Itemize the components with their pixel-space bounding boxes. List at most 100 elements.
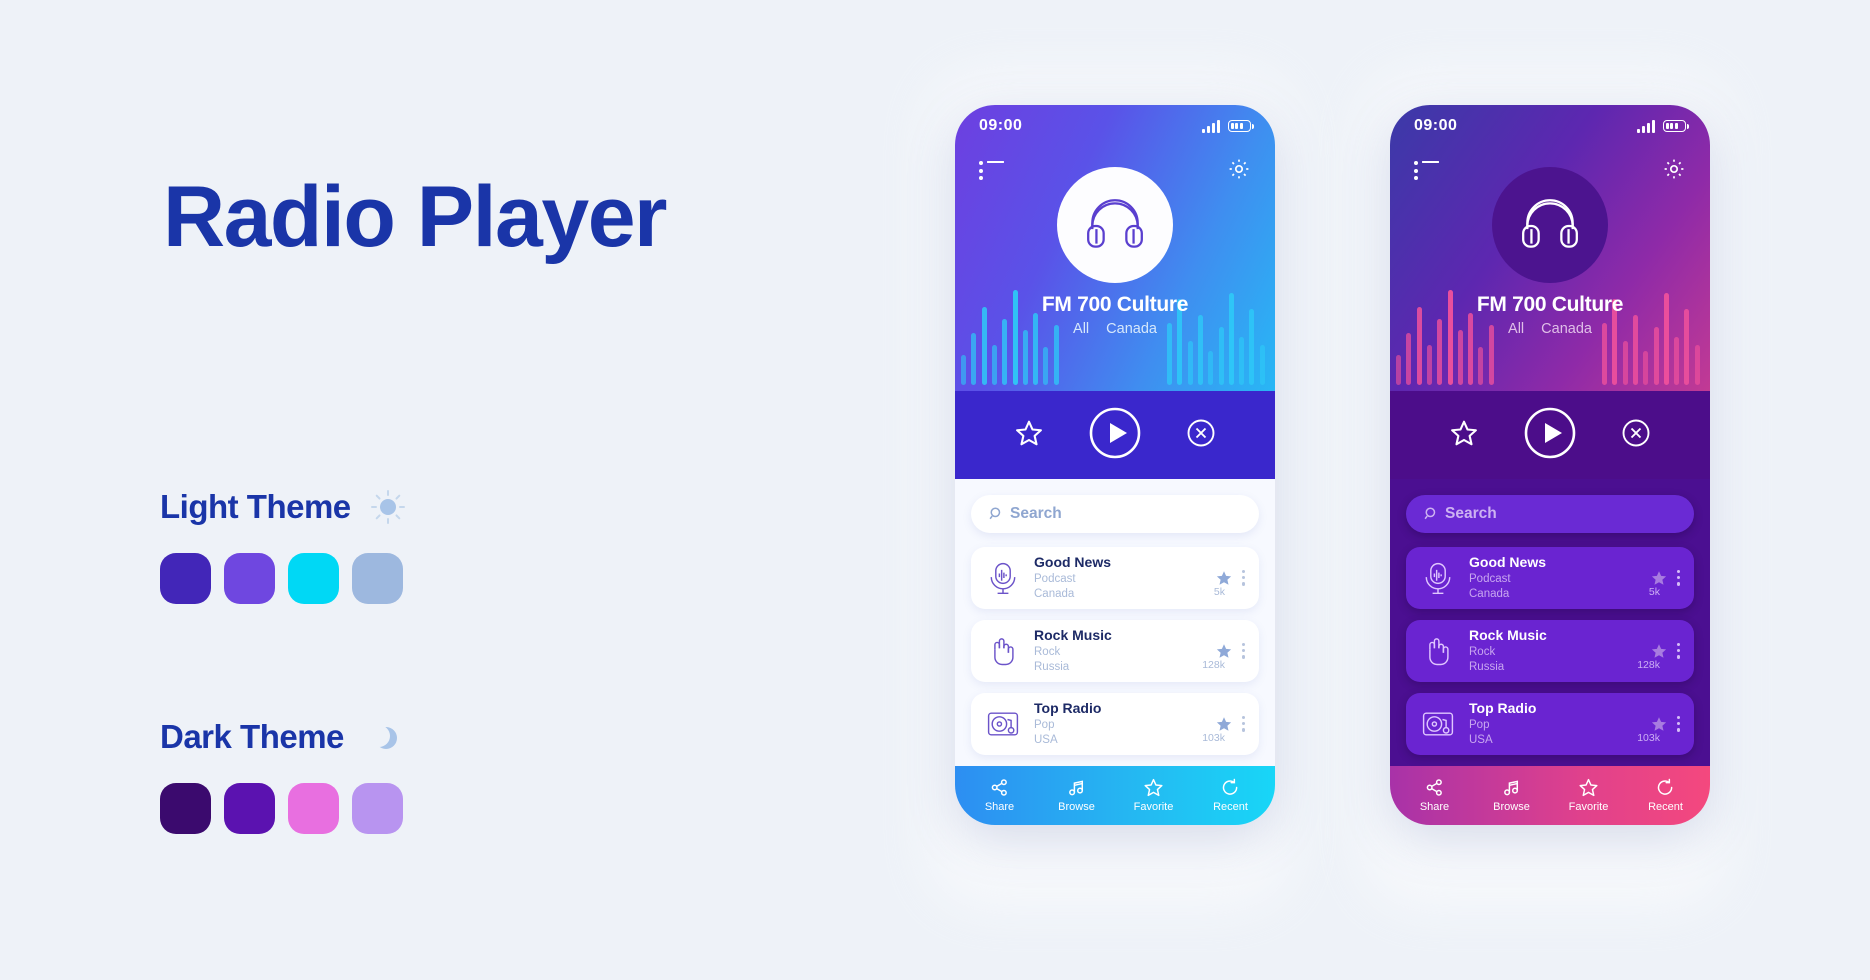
nav-item-browse[interactable]: Browse	[1480, 777, 1544, 813]
signal-bars-icon	[1202, 119, 1220, 133]
more-vertical-icon[interactable]	[1241, 716, 1245, 732]
more-vertical-icon[interactable]	[1241, 570, 1245, 586]
dark-theme-label: Dark Theme	[160, 718, 344, 755]
list-menu-icon[interactable]	[979, 161, 1005, 181]
station-genre: Rock	[1469, 645, 1496, 658]
listener-count: 103k	[1637, 731, 1660, 744]
station-genre: Rock	[1034, 645, 1061, 658]
swatch	[224, 783, 275, 834]
hero-section: 09:00 FM 700 Culture All Canada	[955, 105, 1275, 392]
refresh-icon	[1222, 779, 1238, 796]
listener-count: 128k	[1202, 658, 1225, 671]
close-button[interactable]	[1186, 418, 1216, 453]
search-placeholder: Search	[1010, 504, 1062, 522]
headphones-icon	[1522, 199, 1578, 248]
list-item[interactable]: Good News Podcast Canada 5k	[1406, 546, 1694, 609]
nav-item-share[interactable]: Share	[968, 777, 1032, 813]
nav-label: Recent	[1213, 801, 1248, 814]
light-theme-swatches	[160, 553, 405, 604]
listener-count: 128k	[1637, 658, 1660, 671]
search-icon	[1424, 507, 1436, 520]
more-vertical-icon[interactable]	[1676, 716, 1680, 732]
star-filled-icon[interactable]	[1215, 715, 1233, 733]
swatch	[160, 783, 211, 834]
intro-panel: Radio Player Light Theme Dark Theme	[0, 0, 820, 980]
light-theme-screen: 09:00 FM 700 Culture All Canada Search G…	[900, 0, 1320, 980]
station-country: Canada	[1106, 321, 1157, 337]
nav-item-browse[interactable]: Browse	[1045, 777, 1109, 813]
nav-label: Recent	[1648, 801, 1683, 814]
star-filled-icon[interactable]	[1650, 642, 1668, 660]
station-name: Rock Music	[1469, 627, 1547, 644]
page-title: Radio Player	[163, 169, 668, 265]
rock-hand-icon	[1420, 633, 1456, 669]
microphone-icon	[1420, 560, 1456, 596]
list-item[interactable]: Good News Podcast Canada 5k	[971, 546, 1259, 609]
station-title: FM 700 Culture	[1476, 293, 1624, 316]
turntable-icon	[985, 706, 1021, 742]
station-genre: Pop	[1469, 718, 1490, 731]
search-input[interactable]: Search	[1406, 494, 1694, 533]
light-theme-block: Light Theme	[160, 485, 405, 604]
play-button[interactable]	[1523, 406, 1577, 465]
search-icon	[989, 507, 1001, 520]
nav-item-favorite[interactable]: Favorite	[1122, 777, 1186, 813]
moon-icon	[364, 720, 394, 754]
star-filled-icon[interactable]	[1650, 569, 1668, 587]
nav-label: Favorite	[1568, 801, 1609, 814]
top-bar	[955, 153, 1275, 189]
station-country: USA	[1034, 733, 1058, 746]
nav-label: Browse	[1493, 801, 1530, 814]
station-country: Canada	[1541, 321, 1592, 337]
light-theme-label: Light Theme	[160, 488, 351, 525]
list-menu-icon[interactable]	[1414, 161, 1440, 181]
battery-icon	[1663, 120, 1689, 132]
swatch	[352, 553, 403, 604]
star-filled-icon[interactable]	[1215, 642, 1233, 660]
favorite-button[interactable]	[1014, 418, 1044, 453]
play-button[interactable]	[1088, 406, 1142, 465]
nav-item-recent[interactable]: Recent	[1634, 777, 1698, 813]
hero-section: 09:00 FM 700 Culture All Canada	[1390, 105, 1710, 392]
share-icon	[991, 779, 1007, 797]
station-name: Rock Music	[1034, 627, 1112, 644]
nav-item-recent[interactable]: Recent	[1199, 777, 1263, 813]
station-name: Good News	[1034, 554, 1112, 571]
station-meta: All Canada	[1390, 321, 1710, 337]
search-input[interactable]: Search	[971, 494, 1259, 533]
gear-icon[interactable]	[1227, 157, 1251, 186]
bottom-navigation: Share Browse Favorite Recent	[955, 765, 1275, 825]
swatch	[160, 553, 211, 604]
list-item[interactable]: Top Radio Pop USA 103k	[1406, 692, 1694, 755]
search-placeholder: Search	[1445, 504, 1497, 522]
status-bar: 09:00	[955, 105, 1275, 147]
list-item[interactable]: Rock Music Rock Russia 128k	[1406, 619, 1694, 682]
swatch	[288, 783, 339, 834]
more-vertical-icon[interactable]	[1676, 570, 1680, 586]
refresh-icon	[1657, 779, 1673, 796]
share-icon	[1426, 779, 1442, 797]
more-vertical-icon[interactable]	[1241, 643, 1245, 659]
station-genre: Podcast	[1469, 572, 1511, 585]
microphone-icon	[985, 560, 1021, 596]
swatch	[224, 553, 275, 604]
dark-theme-block: Dark Theme	[160, 715, 403, 834]
more-vertical-icon[interactable]	[1676, 643, 1680, 659]
station-name: Top Radio	[1469, 700, 1537, 717]
close-button[interactable]	[1621, 418, 1651, 453]
list-item[interactable]: Rock Music Rock Russia 128k	[971, 619, 1259, 682]
station-meta: All Canada	[955, 321, 1275, 337]
dark-theme-swatches	[160, 783, 403, 834]
star-filled-icon[interactable]	[1650, 715, 1668, 733]
nav-item-share[interactable]: Share	[1403, 777, 1467, 813]
star-outline-icon	[1579, 779, 1598, 797]
list-item[interactable]: Top Radio Pop USA 103k	[971, 692, 1259, 755]
bottom-navigation: Share Browse Favorite Recent	[1390, 765, 1710, 825]
station-genre: All	[1073, 321, 1090, 337]
star-filled-icon[interactable]	[1215, 569, 1233, 587]
nav-item-favorite[interactable]: Favorite	[1557, 777, 1621, 813]
turntable-icon	[1420, 706, 1456, 742]
top-bar	[1390, 153, 1710, 189]
gear-icon[interactable]	[1662, 157, 1686, 186]
favorite-button[interactable]	[1449, 418, 1479, 453]
